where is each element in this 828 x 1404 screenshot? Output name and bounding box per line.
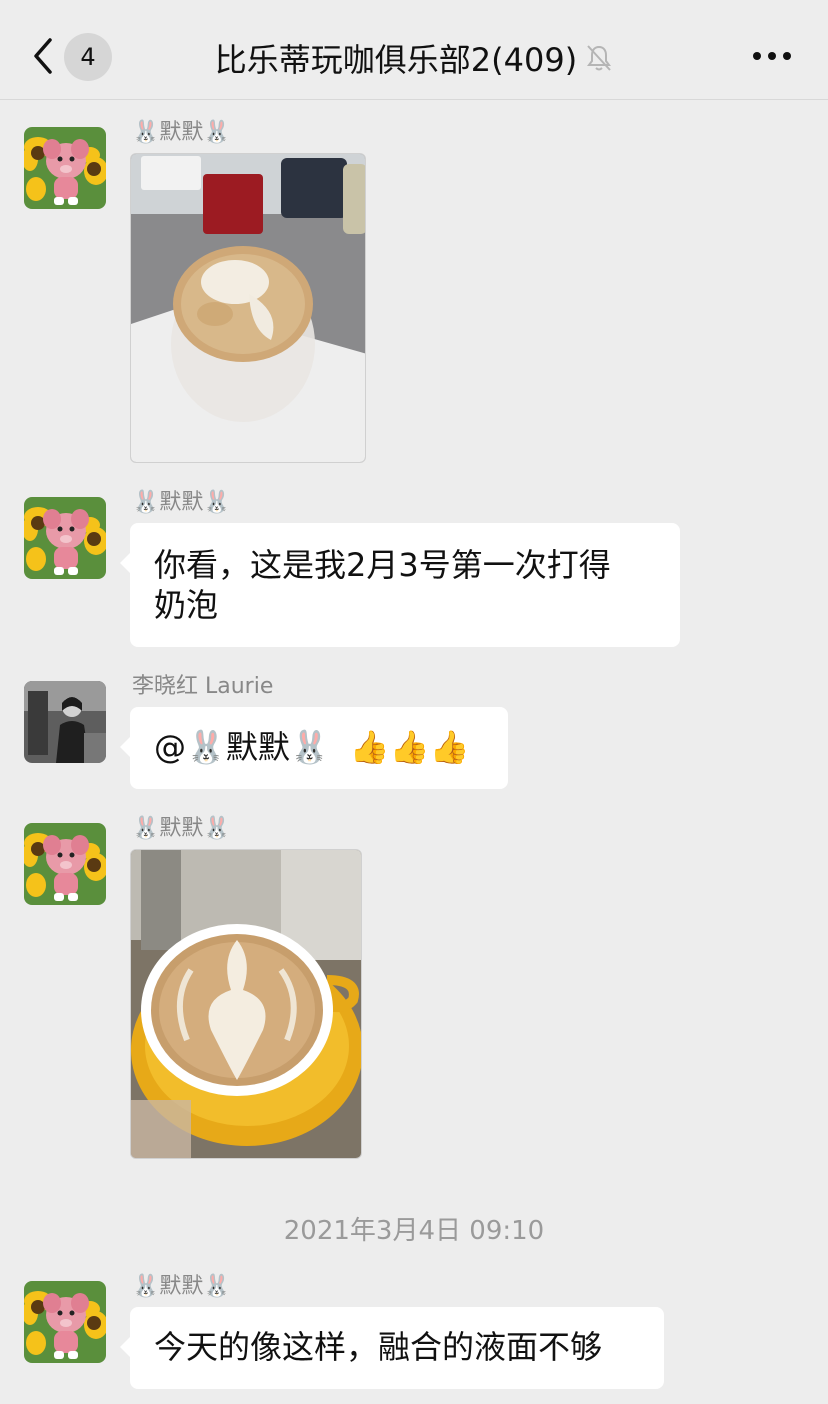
chevron-left-icon[interactable] (28, 36, 58, 76)
avatar[interactable] (24, 497, 106, 579)
message-photo[interactable] (130, 153, 366, 463)
message-bubble[interactable]: @🐰默默🐰 👍👍👍 (120, 707, 508, 789)
sender-name: 🐰默默🐰 (132, 1274, 231, 1299)
sender-name: 李晓红 Laurie (132, 674, 274, 699)
chat-title-wrap: 比乐蒂玩咖俱乐部2(409) (150, 36, 678, 80)
sender-name: 🐰默默🐰 (132, 490, 231, 515)
message-bubble[interactable]: 今天的像这样，融合的液面不够 (120, 1307, 664, 1389)
sender-name: 🐰默默🐰 (132, 816, 231, 841)
message-photo[interactable] (130, 849, 362, 1159)
latte-photo-1 (131, 154, 365, 462)
latte-photo-2 (131, 850, 361, 1158)
message-text: 今天的像这样，融合的液面不够 (154, 1328, 603, 1366)
sender-name: 🐰默默🐰 (132, 120, 231, 145)
unread-count-badge[interactable]: 4 (64, 33, 112, 81)
avatar[interactable] (24, 823, 106, 905)
message-text-line: 奶泡 (154, 586, 219, 624)
chat-header: 4 比乐蒂玩咖俱乐部2(409) (0, 0, 828, 100)
message-text-line: 你看，这是我2月3号第一次打得 (154, 546, 611, 584)
bell-slash-icon (587, 45, 612, 71)
thumbs-up-emoji: 👍👍👍 (349, 728, 470, 766)
chat-title: 比乐蒂玩咖俱乐部2(409) (214, 41, 578, 79)
message-timestamp: 2021年3月4日 09:10 (283, 1216, 545, 1246)
mention-text: @🐰默默🐰 (154, 728, 330, 766)
avatar[interactable] (24, 1281, 106, 1363)
message-bubble[interactable]: 你看，这是我2月3号第一次打得 奶泡 (120, 523, 680, 647)
avatar[interactable] (24, 127, 106, 209)
more-dots-icon[interactable] (752, 50, 792, 62)
avatar-laurie (24, 681, 106, 763)
avatar[interactable] (24, 681, 106, 763)
